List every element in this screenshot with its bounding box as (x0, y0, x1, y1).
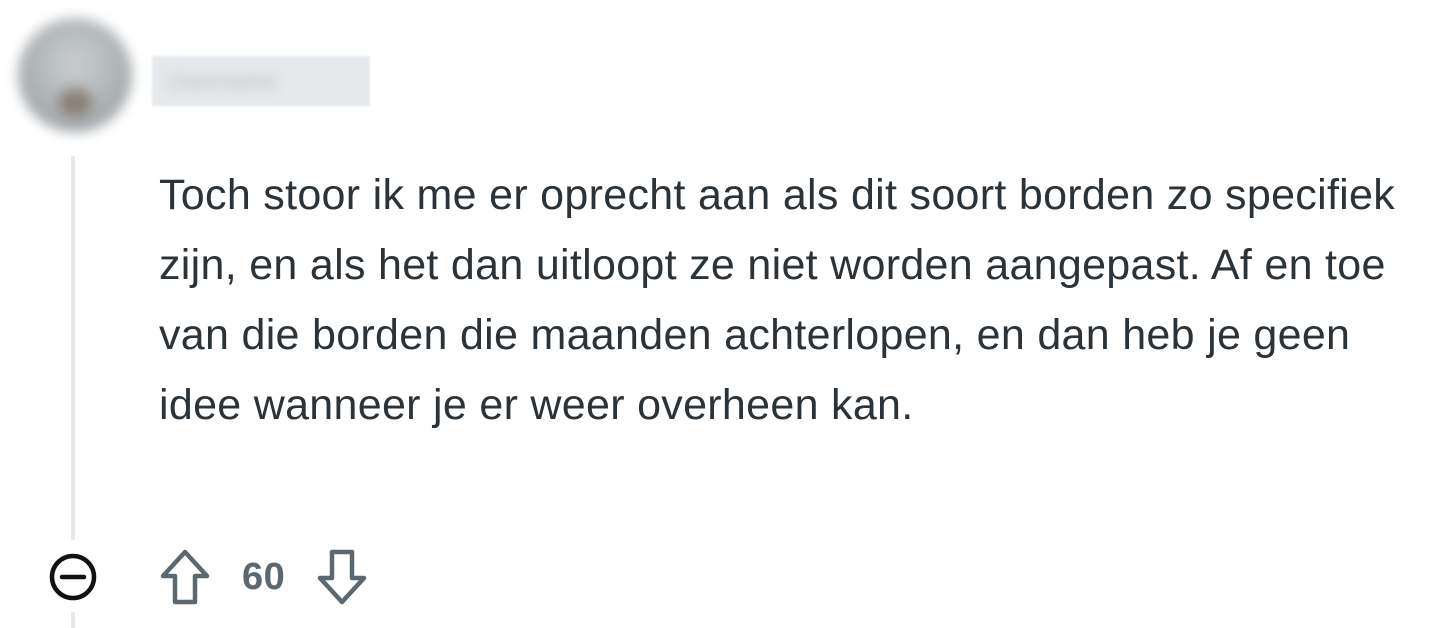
upvote-button[interactable] (158, 546, 212, 608)
author-name[interactable]: Username (152, 56, 370, 106)
vote-bar: 60 (158, 546, 369, 608)
arrow-down-icon (318, 549, 367, 605)
downvote-button[interactable] (315, 546, 369, 608)
arrow-up-icon (160, 549, 210, 605)
avatar[interactable] (18, 18, 132, 132)
collapse-button[interactable] (48, 552, 98, 602)
vote-score: 60 (242, 555, 286, 598)
comment-body: Toch stoor ik me er oprecht aan als dit … (159, 171, 1396, 429)
minus-circle-icon (49, 553, 97, 601)
author-name-text: Username (166, 68, 277, 95)
